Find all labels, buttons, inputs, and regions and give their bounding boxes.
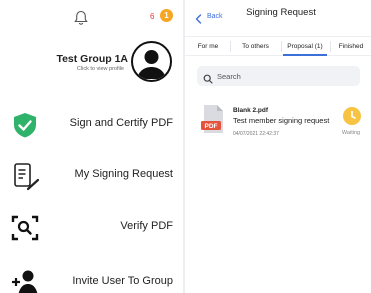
pdf-file-icon: PDF — [201, 104, 225, 134]
tab-proposal[interactable]: Proposal (1) — [283, 37, 327, 56]
home-panel: 6 1 Test Group 1A Click to view profile … — [0, 0, 183, 293]
document-description: Test member signing request — [233, 116, 330, 125]
notification-count: 6 — [150, 12, 155, 21]
scan-search-icon — [8, 213, 42, 243]
tab-for-me[interactable]: For me — [189, 37, 227, 56]
search-input[interactable] — [217, 69, 352, 83]
profile-subtitle: Click to view profile — [76, 66, 124, 72]
shield-check-icon — [8, 110, 42, 140]
tab-separator — [330, 41, 331, 52]
pdf-label: PDF — [205, 123, 218, 130]
page-title: Signing Request — [246, 7, 316, 18]
menu-item-sign-certify[interactable]: Sign and Certify PDF — [0, 104, 183, 144]
document-name: Blank 2.pdf — [233, 107, 269, 114]
document-pen-icon — [8, 161, 42, 191]
signing-request-panel: Back Signing Request For me To others Pr… — [185, 0, 371, 293]
tab-bar: For me To others Proposal (1) Finished — [185, 36, 371, 56]
menu-item-label: Sign and Certify PDF — [69, 117, 173, 129]
avatar[interactable] — [131, 41, 172, 82]
menu-item-label: My Signing Request — [74, 168, 173, 180]
bell-icon[interactable] — [74, 10, 88, 26]
document-timestamp: 04/07/2021 22:42:37 — [233, 131, 279, 137]
document-list-item[interactable]: PDF Blank 2.pdf Test member signing requ… — [197, 102, 365, 146]
notification-badge[interactable]: 1 — [160, 9, 173, 22]
tab-finished[interactable]: Finished — [333, 37, 369, 56]
menu-item-label: Invite User To Group — [72, 275, 173, 287]
tab-separator — [230, 41, 231, 52]
profile-name: Test Group 1A — [56, 53, 128, 65]
menu-item-label: Verify PDF — [120, 220, 173, 232]
back-label: Back — [207, 13, 223, 20]
search-icon — [203, 71, 213, 84]
add-user-icon — [8, 268, 42, 293]
menu-item-invite-user[interactable]: Invite User To Group — [0, 262, 183, 293]
menu-item-my-signing-request[interactable]: My Signing Request — [0, 155, 183, 195]
chevron-left-icon — [195, 11, 202, 24]
status-badge: Waiting — [341, 130, 361, 136]
clock-icon — [343, 107, 361, 125]
menu-item-verify-pdf[interactable]: Verify PDF — [0, 207, 183, 247]
tab-to-others[interactable]: To others — [233, 37, 278, 56]
search-bar[interactable] — [197, 66, 360, 86]
user-avatar-icon — [137, 50, 166, 79]
tab-separator — [281, 41, 282, 52]
